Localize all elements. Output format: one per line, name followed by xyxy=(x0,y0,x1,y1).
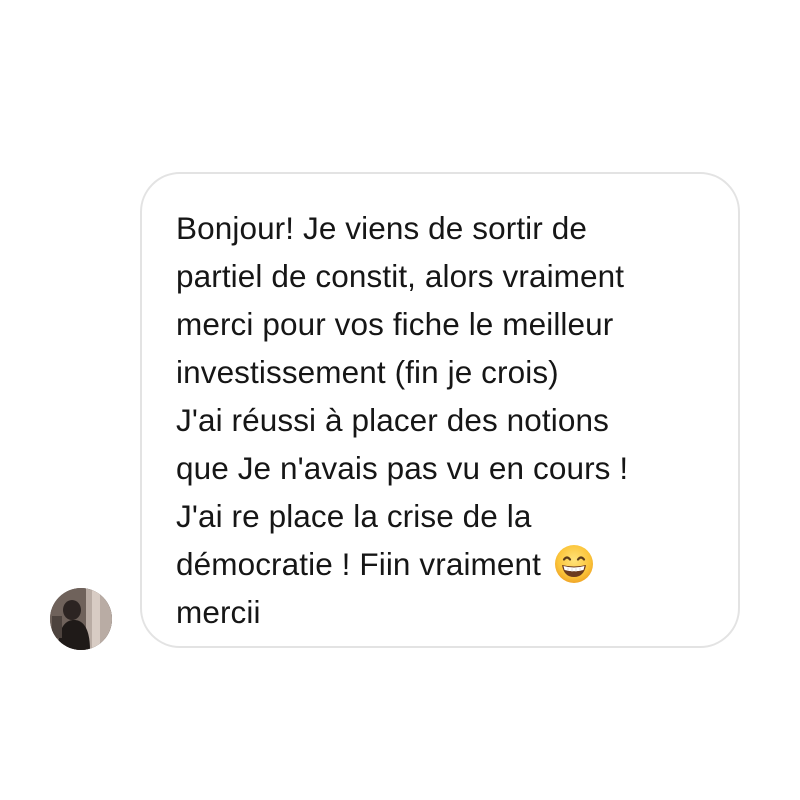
message-line: mercii xyxy=(176,594,261,630)
message-line: démocratie ! Fiin vraiment xyxy=(176,540,708,588)
message-line: investissement (fin je crois) xyxy=(176,354,559,390)
message-bubble[interactable]: Bonjour! Je viens de sortir de partiel d… xyxy=(140,172,740,648)
message-line: partiel de constit, alors vraiment xyxy=(176,258,625,294)
message-line-text: démocratie ! Fiin vraiment xyxy=(176,546,541,582)
conversation-view: Bonjour! Je viens de sortir de partiel d… xyxy=(0,0,800,800)
message-line: J'ai re place la crise de la xyxy=(176,498,532,534)
message-text: Bonjour! Je viens de sortir de partiel d… xyxy=(176,204,708,636)
sender-avatar[interactable] xyxy=(50,588,112,650)
grinning-face-with-smiling-eyes-icon xyxy=(554,544,594,584)
message-line: Bonjour! Je viens de sortir de xyxy=(176,210,587,246)
message-line: J'ai réussi à placer des notions xyxy=(176,402,609,438)
avatar-photo-icon xyxy=(50,588,112,650)
message-line: merci pour vos fiche le meilleur xyxy=(176,306,614,342)
message-line: que Je n'avais pas vu en cours ! xyxy=(176,450,629,486)
